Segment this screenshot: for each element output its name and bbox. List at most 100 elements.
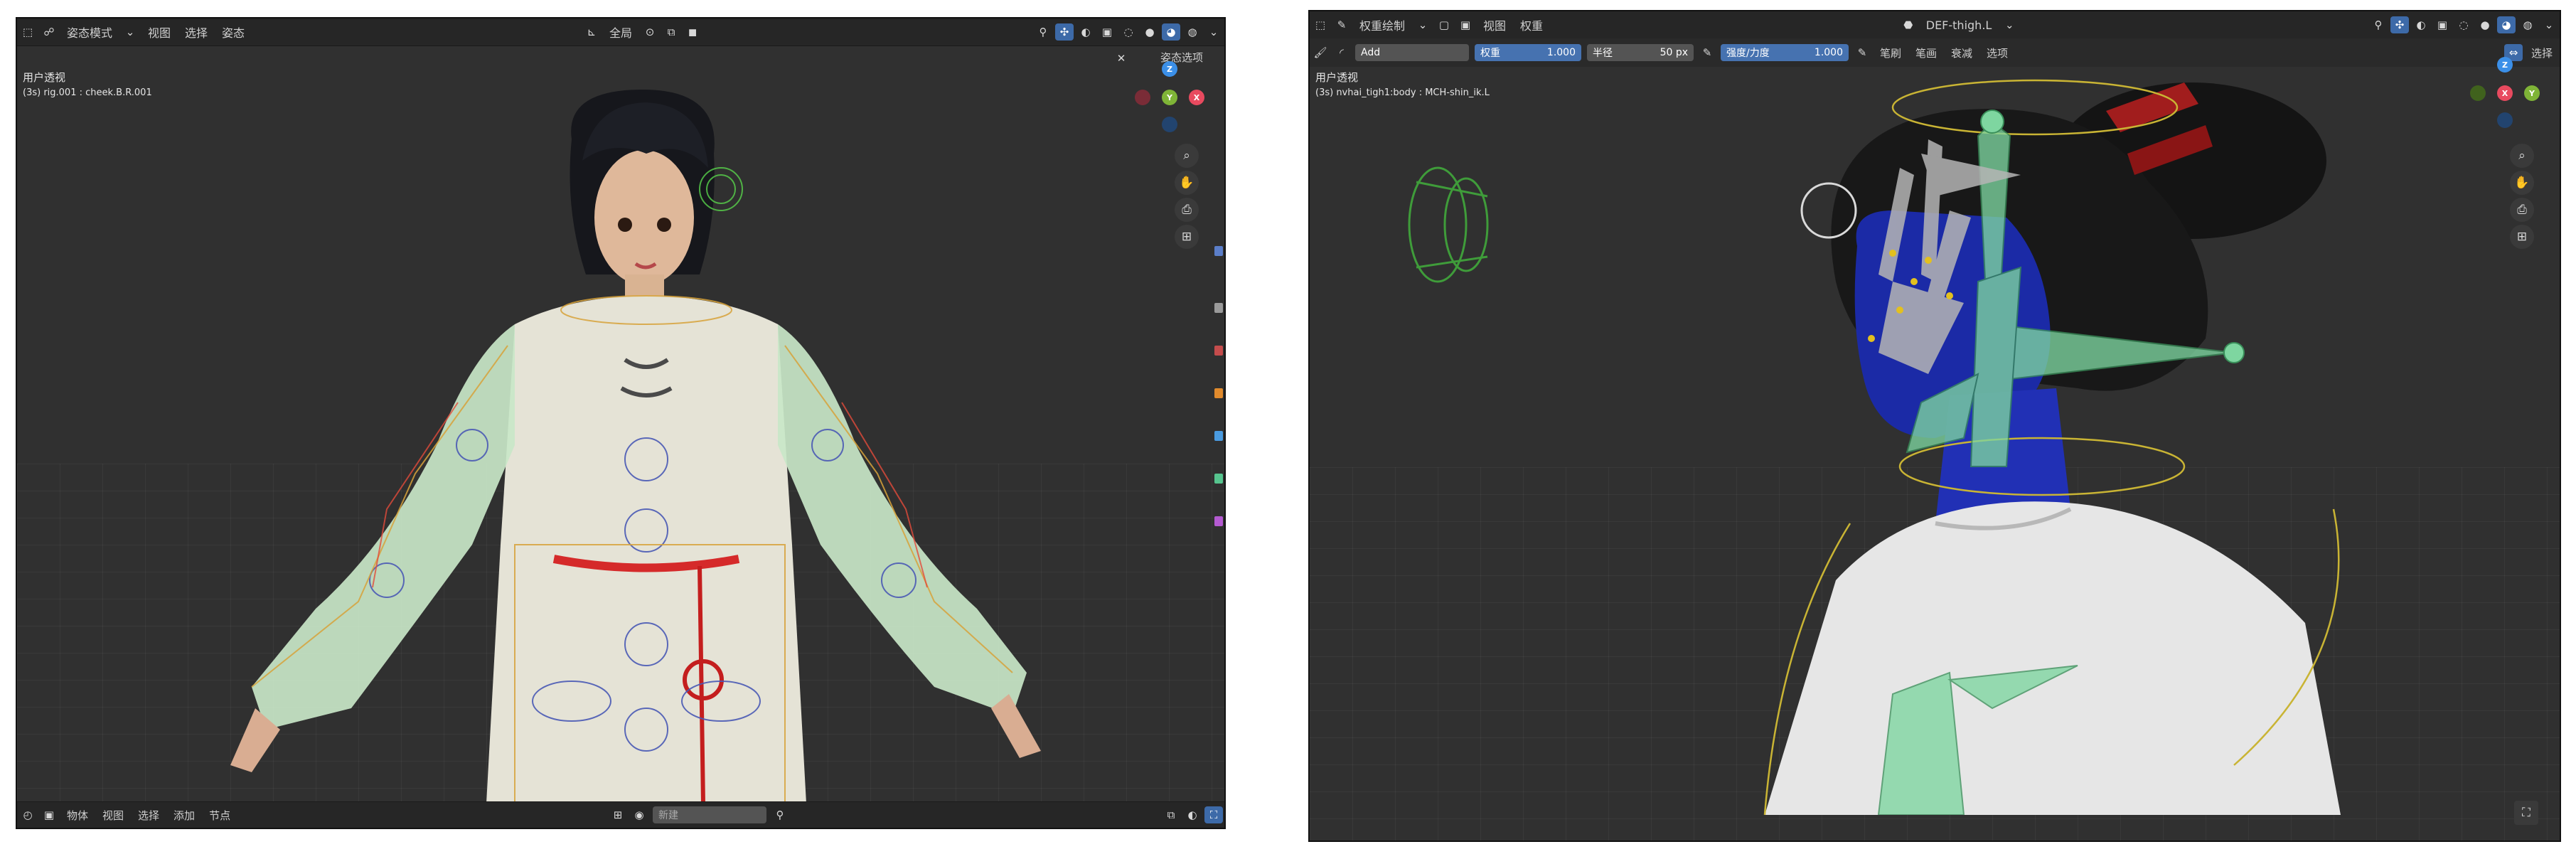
sidebar-tab[interactable] xyxy=(1214,246,1223,256)
editor-type-icon[interactable]: ◴ xyxy=(18,806,37,823)
zoom-icon[interactable]: ⌕ xyxy=(1175,144,1199,168)
xray-toggle-icon[interactable]: ▣ xyxy=(2433,16,2452,33)
view-object-types-icon[interactable]: ⚲ xyxy=(1034,23,1052,41)
vertex-select-icon[interactable]: ▣ xyxy=(1456,16,1475,33)
shading-solid-icon[interactable]: ● xyxy=(2476,16,2494,33)
menu-select[interactable]: 选择 xyxy=(178,23,215,41)
axis-y-dot[interactable]: Y xyxy=(2524,85,2540,101)
menu-falloff[interactable]: 衰减 xyxy=(1944,46,1979,60)
menu-weight[interactable]: 权重 xyxy=(1513,16,1550,33)
menu-stroke[interactable]: 笔画 xyxy=(1908,46,1944,60)
navigation-gizmo[interactable]: Z X Y xyxy=(2466,57,2544,128)
overlay-toggle-icon[interactable]: ◐ xyxy=(2412,16,2430,33)
footer-menu-view[interactable]: 视图 xyxy=(95,808,131,823)
mode-icon: ✎ xyxy=(1337,18,1347,31)
weight-field[interactable]: 权重 1.000 xyxy=(1475,44,1581,61)
mode-icon: ☍ xyxy=(43,26,55,38)
pressure-strength-icon[interactable]: ✎ xyxy=(1853,44,1871,61)
overlay-toggle-icon[interactable]: ◐ xyxy=(1076,23,1095,41)
axis-x-dot[interactable]: X xyxy=(2497,85,2513,101)
xray-toggle-icon[interactable]: ▣ xyxy=(1098,23,1116,41)
menu-brush[interactable]: 笔刷 xyxy=(1873,46,1908,60)
snap-icon[interactable]: ⧉ xyxy=(1162,806,1180,823)
menu-view[interactable]: 视图 xyxy=(1476,16,1513,33)
axis-z-dot[interactable]: Z xyxy=(1162,61,1177,77)
pin-icon[interactable]: ⚲ xyxy=(771,806,789,823)
strength-label: 强度/力度 xyxy=(1726,48,1770,59)
axis-x-dot[interactable]: X xyxy=(1189,90,1204,105)
axis-z-dot[interactable]: Z xyxy=(2497,57,2513,73)
tool-settings-bar: 🖌 ◜ Add 权重 1.000 半径 50 px ✎ 强度/力度 1.000 ✎ 笔… xyxy=(1310,38,2560,67)
active-vertex-group[interactable]: DEF-thigh.L xyxy=(1919,18,1999,32)
axis-neg-z-dot[interactable] xyxy=(2497,112,2513,128)
chevron-down-icon[interactable]: ⌄ xyxy=(2540,16,2558,33)
editor-type-icon[interactable]: ⬚ xyxy=(1311,16,1330,33)
sidebar-tab[interactable] xyxy=(1214,516,1223,526)
chevron-down-icon[interactable]: ⌄ xyxy=(1204,23,1223,41)
sidebar-tab[interactable] xyxy=(1214,431,1223,441)
slot-icon[interactable]: ⊞ xyxy=(609,806,627,823)
pan-hand-icon[interactable]: ✋ xyxy=(2510,171,2534,195)
transform-orientation-dropdown[interactable]: 全局 xyxy=(602,23,639,41)
axis-neg-y-dot[interactable] xyxy=(2470,85,2486,101)
mask-toggle-icon[interactable]: ▢ xyxy=(1435,16,1453,33)
material-slot-field[interactable]: 新建 xyxy=(653,806,767,823)
object-dropdown[interactable]: 物体 xyxy=(60,808,95,823)
blender-window-pose-mode: ⬚ ☍ 姿态模式 ⌄ 视图 选择 姿态 ⊾ 全局 ⊙ ⧉ ◼ ⚲ ✣ ◐ ▣ ◌… xyxy=(16,17,1226,829)
axis-y-dot[interactable]: Y xyxy=(1162,90,1177,105)
proportional-edit-icon[interactable]: ◼ xyxy=(683,23,702,41)
menu-options[interactable]: 选项 xyxy=(1979,46,2015,60)
pivot-icon[interactable]: ⊙ xyxy=(641,23,659,41)
overlay-icon[interactable]: ◐ xyxy=(1183,806,1202,823)
node-editor-header: ◴ ▣ 物体 视图 选择 添加 节点 ⊞ ◉ 新建 ⚲ ⧉ ◐ ⛶ xyxy=(17,801,1224,828)
sidebar-tab[interactable] xyxy=(1214,346,1223,356)
shading-wireframe-icon[interactable]: ◌ xyxy=(1119,23,1138,41)
camera-view-icon[interactable]: ⎙ xyxy=(2510,198,2534,222)
gizmo-toggle-icon[interactable]: ✣ xyxy=(2390,16,2410,33)
shading-wireframe-icon[interactable]: ◌ xyxy=(2454,16,2473,33)
mode-dropdown[interactable]: 姿态模式 xyxy=(60,23,119,41)
character-viewport-render[interactable] xyxy=(17,47,1226,804)
perspective-toggle-icon[interactable]: ⊞ xyxy=(2510,225,2534,249)
editor-type-icon[interactable]: ⬚ xyxy=(18,23,37,41)
menu-view[interactable]: 视图 xyxy=(141,23,178,41)
mode-dropdown[interactable]: 权重绘制 xyxy=(1352,16,1412,33)
gizmo-toggle-icon[interactable]: ✣ xyxy=(1055,23,1074,41)
pan-hand-icon[interactable]: ✋ xyxy=(1175,171,1199,195)
fullscreen-icon[interactable]: ⛶ xyxy=(2514,801,2538,825)
zoom-icon[interactable]: ⌕ xyxy=(2510,144,2534,168)
footer-menu-node[interactable]: 节点 xyxy=(202,808,237,823)
brush-preview-icon[interactable]: ◜ xyxy=(1332,44,1351,61)
view-object-types-icon[interactable]: ⚲ xyxy=(2369,16,2388,33)
chevron-down-icon[interactable]: ⌄ xyxy=(2000,16,2019,33)
weight-value: 1.000 xyxy=(1546,47,1576,58)
axis-neg-z-dot[interactable] xyxy=(1162,117,1177,132)
navigation-gizmo[interactable]: Z Y X xyxy=(1131,61,1209,132)
shading-material-icon[interactable]: ◕ xyxy=(2497,16,2516,33)
footer-menu-add[interactable]: 添加 xyxy=(166,808,202,823)
footer-menu-select[interactable]: 选择 xyxy=(131,808,166,823)
radius-field[interactable]: 半径 50 px xyxy=(1587,44,1694,61)
shading-solid-icon[interactable]: ● xyxy=(1140,23,1159,41)
shading-rendered-icon[interactable]: ◍ xyxy=(1183,23,1202,41)
fullscreen-icon[interactable]: ⛶ xyxy=(1204,806,1224,823)
shading-rendered-icon[interactable]: ◍ xyxy=(2518,16,2537,33)
sidebar-tab[interactable] xyxy=(1214,388,1223,398)
pressure-radius-icon[interactable]: ✎ xyxy=(1698,44,1716,61)
radius-value: 50 px xyxy=(1660,47,1688,58)
sidebar-tab[interactable] xyxy=(1214,303,1223,313)
chevron-down-icon[interactable]: ⌄ xyxy=(121,23,139,41)
sidebar-tab[interactable] xyxy=(1214,474,1223,484)
shading-material-icon[interactable]: ◕ xyxy=(1162,23,1181,41)
axis-neg-x-dot[interactable] xyxy=(1135,90,1150,105)
perspective-toggle-icon[interactable]: ⊞ xyxy=(1175,225,1199,249)
strength-field[interactable]: 强度/力度 1.000 xyxy=(1721,44,1849,61)
character-viewport-render[interactable] xyxy=(1310,68,2561,815)
snap-icon[interactable]: ⧉ xyxy=(662,23,680,41)
chevron-down-icon[interactable]: ⌄ xyxy=(1413,16,1432,33)
menu-pose[interactable]: 姿态 xyxy=(215,23,252,41)
blend-mode-field[interactable]: Add xyxy=(1355,44,1469,61)
brush-icon[interactable]: 🖌 xyxy=(1311,44,1330,61)
camera-view-icon[interactable]: ⎙ xyxy=(1175,198,1199,222)
material-icon[interactable]: ◉ xyxy=(630,806,648,823)
